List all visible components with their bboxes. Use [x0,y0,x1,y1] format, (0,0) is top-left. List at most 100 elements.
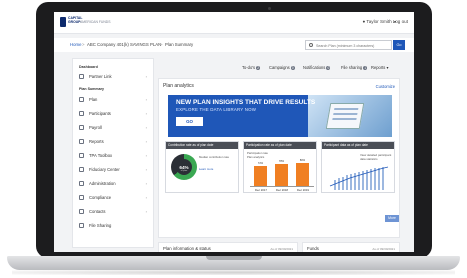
card-text: View detailed participant data statistic… [360,153,392,161]
bar-dec-2017 [254,166,267,186]
learn-more-link[interactable]: Learn more [199,167,237,171]
sidebar-item-label: TPA Toolbox [89,153,113,158]
sidebar-item-plan[interactable]: Plan › [77,95,151,104]
tab-label: Reports [371,65,386,70]
laptop-shadow [12,270,455,275]
breadcrumb-bar: Home > ABC Company 401(k) SAVINGS PLAN >… [54,38,414,52]
check-icon [79,195,84,200]
contribution-rate-card[interactable]: Contribution rate as of plan date 64% of… [165,141,239,193]
summary-tabs: To-do's 2 Campaigns 0 Notifications 0 File … [242,64,414,74]
sidebar-item-label: Contacts [89,209,106,214]
card-header: Participant data as of plan date [322,142,394,149]
panel-title: Plan information & status [163,246,211,251]
contribution-donut-chart: 64% of plan [171,154,197,180]
people-icon [79,111,84,116]
chevron-down-icon: ▾ [386,65,389,70]
top-bar: CAPITAL GROUP AMERICAN FUNDS ● Taylor Sm… [54,12,414,34]
breadcrumb-separator: > [82,42,85,47]
chevron-right-icon: › [145,125,147,130]
search-icon [309,43,313,47]
card-header: Contribution rate as of plan date [166,142,238,149]
sidebar-item-reports[interactable]: Reports › [77,137,151,146]
sidebar-item-fiduciary-center[interactable]: Fiduciary Center › [77,165,151,174]
link-icon [79,74,84,79]
chevron-right-icon: › [145,74,147,79]
panel-date: As of 09/30/2021 [270,247,293,251]
sidebar-item-tpa-toolbox[interactable]: TPA Toolbox › [77,151,151,160]
user-icon: ● [362,19,366,24]
sidebar-item-partner-link[interactable]: Partner Link › [77,72,151,81]
chevron-right-icon: › [145,167,147,172]
sidebar-item-administration[interactable]: Administration › [77,179,151,188]
tab-reports[interactable]: Reports ▾ [371,65,389,70]
customize-link[interactable]: Customize [376,84,395,89]
tab-notifications[interactable]: Notifications 0 [303,65,331,70]
todo-count-badge: 2 [256,66,261,70]
breadcrumb-home[interactable]: Home [70,42,81,47]
card-header: Participation rate as of plan date [244,142,316,149]
donut-sublabel: of plan [180,170,188,172]
chevron-right-icon: › [145,209,147,214]
gear-icon [79,181,84,186]
bar-dec-2019 [296,163,309,186]
chevron-right-icon: › [145,195,147,200]
insights-banner[interactable]: NEW PLAN INSIGHTS THAT DRIVE RESULTS EXP… [168,95,392,137]
bar-value: 80% [299,159,306,162]
sidebar-item-contacts[interactable]: Contacts › [77,207,151,216]
chevron-right-icon: › [145,153,147,158]
panel-title: Plan analytics [163,83,194,89]
participant-data-card[interactable]: Participant data as of plan date View de… [321,141,395,193]
toolbox-icon [79,153,84,158]
tab-label: File sharing [341,65,363,70]
tab-label: Campaigns [269,65,290,70]
chevron-right-icon: › [145,97,147,102]
search-go-button[interactable]: Go [393,40,405,50]
sidebar-nav: Dashboard Partner Link › Plan Summary Pl… [72,58,154,248]
bar-value: 72% [257,162,264,165]
plan-search-box[interactable] [305,40,392,50]
contact-icon [79,209,84,214]
sidebar-item-compliance[interactable]: Compliance › [77,193,151,202]
funds-panel[interactable]: Funds As of 09/30/2021 [302,242,400,252]
card-text: Median contribution rate [199,155,230,159]
banner-go-button[interactable]: GO [176,117,203,126]
plan-information-panel[interactable]: Plan information & status As of 09/30/20… [158,242,298,252]
sidebar-item-label: Partner Link [89,74,112,79]
document-icon [79,97,84,102]
sidebar-item-label: Reports [89,139,104,144]
tab-label: To-do's [242,65,256,70]
breadcrumb-company[interactable]: ABC Company 401(k) SAVINGS PLAN [87,42,161,47]
sidebar-item-label: Payroll [89,125,102,130]
tablet-icon [325,103,365,129]
search-input[interactable] [316,42,390,49]
report-icon [79,139,84,144]
sidebar-item-file-sharing[interactable]: File Sharing [77,221,151,230]
sidebar-item-payroll[interactable]: Payroll › [77,123,151,132]
sidebar-dashboard-title[interactable]: Dashboard [79,65,98,69]
tab-campaigns[interactable]: Campaigns 0 [269,65,295,70]
shield-icon [79,167,84,172]
plan-analytics-panel: Plan analytics Customize NEW PLAN INSIGH… [158,78,400,238]
bar-label: Dec 2019 [297,188,309,192]
bar-dec-2018 [275,164,288,186]
tab-file-sharing[interactable]: File sharing 1 [341,65,368,70]
bar-label: Dec 2018 [276,188,288,192]
participation-rate-card[interactable]: Participation rate as of plan date Parti… [243,141,317,193]
app-screen: CAPITAL GROUP AMERICAN FUNDS ● Taylor Sm… [54,12,414,252]
chevron-right-icon: › [145,139,147,144]
tab-label: Notifications [303,65,326,70]
share-icon [79,223,84,228]
sidebar-item-label: Participants [89,111,111,116]
logo-line-3: AMERICAN FUNDS [80,20,111,24]
user-menu[interactable]: ● Taylor Smith ▾ [362,19,396,24]
sidebar-item-participants[interactable]: Participants › [77,109,151,118]
campaigns-count-badge: 0 [290,66,295,70]
more-button[interactable]: More [385,215,399,222]
bar-label: Dec 2017 [255,188,267,192]
logo-line-2: GROUP [68,20,81,24]
sidebar-plan-summary-title[interactable]: Plan Summary [79,87,104,91]
capital-group-logo[interactable]: CAPITAL GROUP AMERICAN FUNDS [60,16,111,30]
tab-todos[interactable]: To-do's 2 [242,65,261,70]
logout-link[interactable]: Log out [393,19,408,24]
chart-axis [250,186,314,187]
